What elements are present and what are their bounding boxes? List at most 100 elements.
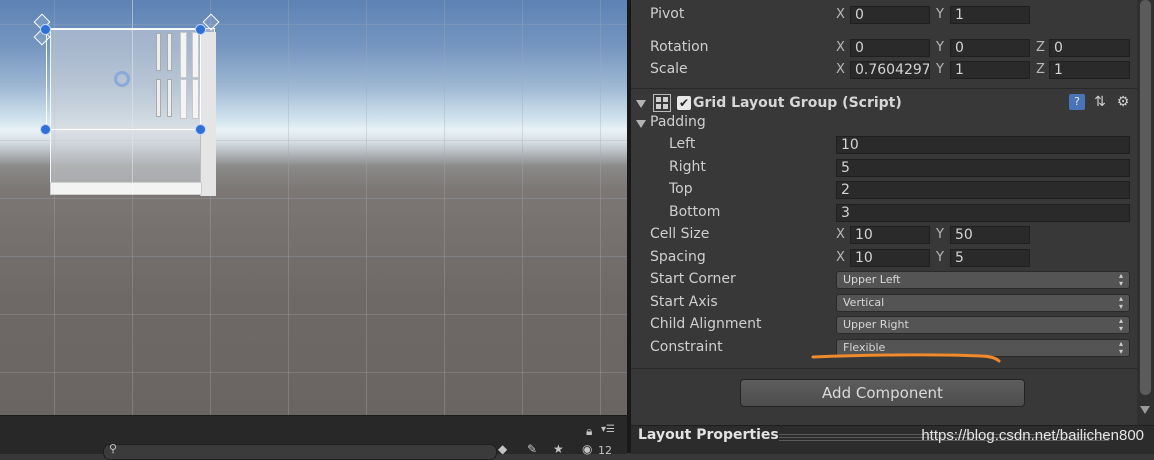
padding-foldout-arrow[interactable] — [636, 120, 646, 128]
pivot-x-field[interactable]: 0 — [850, 6, 930, 24]
spacing-x-field[interactable]: 10 — [850, 249, 930, 267]
panel-right-edge — [200, 32, 216, 196]
padding-top-label: Top — [669, 181, 693, 197]
padding-bottom-field[interactable]: 3 — [836, 204, 1130, 222]
preset-icon[interactable]: ⇅ — [1092, 94, 1108, 110]
child-alignment-dropdown[interactable]: Upper Right ▴ ▾ — [836, 316, 1130, 334]
rotation-y-axis-label: Y — [936, 40, 944, 55]
rotation-label: Rotation — [650, 39, 709, 55]
resize-handle-bottom-left[interactable] — [40, 124, 51, 135]
hidden-count: 12 — [598, 444, 612, 457]
spacing-y-field[interactable]: 5 — [950, 249, 1030, 267]
grid-cell-small — [156, 33, 161, 71]
rotation-z-field[interactable]: 0 — [1049, 39, 1130, 57]
scene-view[interactable] — [0, 0, 627, 415]
scale-z-axis-label: Z — [1036, 62, 1045, 77]
lock-icon[interactable]: 🔒︎ — [586, 424, 592, 439]
layers-icon[interactable]: ◆ — [498, 442, 507, 456]
scroll-down-icon[interactable] — [1140, 406, 1150, 414]
cell-size-x-field[interactable]: 10 — [850, 226, 930, 244]
section-separator — [631, 88, 1137, 89]
pivot-x-axis-label: X — [836, 7, 845, 22]
cell-size-x-axis-label: X — [836, 227, 845, 242]
grid-cell — [180, 32, 187, 78]
panel-bottom-edge — [50, 182, 202, 195]
component-title: Grid Layout Group (Script) — [693, 95, 902, 111]
pivot-handle[interactable] — [114, 71, 130, 87]
cell-size-y-field[interactable]: 50 — [950, 226, 1030, 244]
padding-top-field[interactable]: 2 — [836, 181, 1130, 199]
scene-bottom-bar: ⚲ 🔒︎ ▾☰ ◆ ✎ ★ ◉ 12 — [0, 415, 627, 460]
search-field[interactable]: ⚲ — [103, 442, 497, 460]
scale-x-field[interactable]: 0.7604297 — [850, 61, 930, 79]
help-book-icon[interactable]: ? — [1069, 94, 1085, 110]
inspector-panel: Pivot X 0 Y 1 Rotation X 0 Y 0 Z 0 Scale… — [631, 0, 1137, 425]
watermark-text: https://blog.csdn.net/bailichen800 — [921, 427, 1144, 444]
add-component-button[interactable]: Add Component — [740, 379, 1025, 407]
scale-label: Scale — [650, 61, 688, 77]
padding-left-field[interactable]: 10 — [836, 136, 1130, 154]
grid-cell — [192, 32, 199, 78]
resize-handle-top-right[interactable] — [195, 24, 206, 35]
spacing-x-axis-label: X — [836, 250, 845, 265]
start-corner-value: Upper Left — [843, 273, 901, 286]
scrollbar-thumb[interactable] — [1140, 0, 1151, 395]
guide-line — [132, 0, 133, 195]
selection-rect-left — [46, 29, 47, 130]
padding-label: Padding — [650, 114, 706, 130]
cell-size-label: Cell Size — [650, 226, 710, 242]
padding-right-label: Right — [669, 159, 706, 175]
rotation-z-axis-label: Z — [1036, 40, 1045, 55]
start-axis-value: Vertical — [843, 296, 885, 309]
rotation-y-field[interactable]: 0 — [950, 39, 1030, 57]
child-alignment-label: Child Alignment — [650, 316, 762, 332]
scale-x-axis-label: X — [836, 62, 845, 77]
annotation-underline — [811, 353, 1001, 363]
start-corner-dropdown[interactable]: Upper Left ▴ ▾ — [836, 271, 1130, 289]
grid-cell — [192, 79, 199, 119]
grid-layout-icon — [653, 94, 671, 112]
dropdown-arrows-icon: ▴ ▾ — [1118, 339, 1123, 356]
padding-right-field[interactable]: 5 — [836, 159, 1130, 177]
resize-handle-top-left[interactable] — [40, 24, 51, 35]
rotation-x-axis-label: X — [836, 40, 845, 55]
pivot-y-axis-label: Y — [936, 7, 944, 22]
component-foldout-arrow[interactable] — [636, 100, 646, 108]
grid-cell-small — [156, 79, 161, 117]
star-icon[interactable]: ★ — [553, 442, 564, 456]
tag-icon[interactable]: ✎ — [527, 442, 537, 456]
constraint-label: Constraint — [650, 339, 723, 355]
layout-properties-bar[interactable]: Layout Properties https://blog.csdn.net/… — [631, 425, 1154, 454]
selection-rect-bottom — [46, 129, 202, 130]
selection-rect-right — [200, 29, 201, 130]
start-corner-label: Start Corner — [650, 271, 736, 287]
scale-y-field[interactable]: 1 — [950, 61, 1030, 79]
grid-cell-small — [167, 33, 172, 71]
start-axis-label: Start Axis — [650, 294, 718, 310]
menu-icon[interactable]: ▾☰ — [601, 424, 615, 435]
gear-icon[interactable]: ⚙ — [1115, 94, 1131, 110]
pivot-y-field[interactable]: 1 — [950, 6, 1030, 24]
pivot-label: Pivot — [650, 6, 685, 22]
padding-left-label: Left — [669, 136, 696, 152]
cell-size-y-axis-label: Y — [936, 227, 944, 242]
search-icon: ⚲ — [109, 442, 118, 455]
selection-rect-top — [46, 29, 202, 30]
scale-y-axis-label: Y — [936, 62, 944, 77]
scale-z-field[interactable]: 1 — [1049, 61, 1130, 79]
spacing-y-axis-label: Y — [936, 250, 944, 265]
start-axis-dropdown[interactable]: Vertical ▴ ▾ — [836, 294, 1130, 312]
dropdown-arrows-icon: ▴ ▾ — [1118, 316, 1123, 333]
component-enabled-checkbox[interactable]: ✔ — [677, 96, 691, 110]
visibility-icon[interactable]: ◉ — [582, 442, 592, 456]
resize-handle-bottom-right[interactable] — [195, 124, 206, 135]
padding-bottom-label: Bottom — [669, 204, 721, 220]
grid-cell — [180, 79, 187, 119]
dropdown-arrows-icon: ▴ ▾ — [1118, 271, 1123, 288]
section-separator — [631, 368, 1137, 369]
child-alignment-value: Upper Right — [843, 318, 909, 331]
spacing-label: Spacing — [650, 249, 706, 265]
layout-properties-title: Layout Properties — [638, 427, 779, 443]
inspector-scrollbar[interactable] — [1137, 0, 1154, 425]
rotation-x-field[interactable]: 0 — [850, 39, 930, 57]
